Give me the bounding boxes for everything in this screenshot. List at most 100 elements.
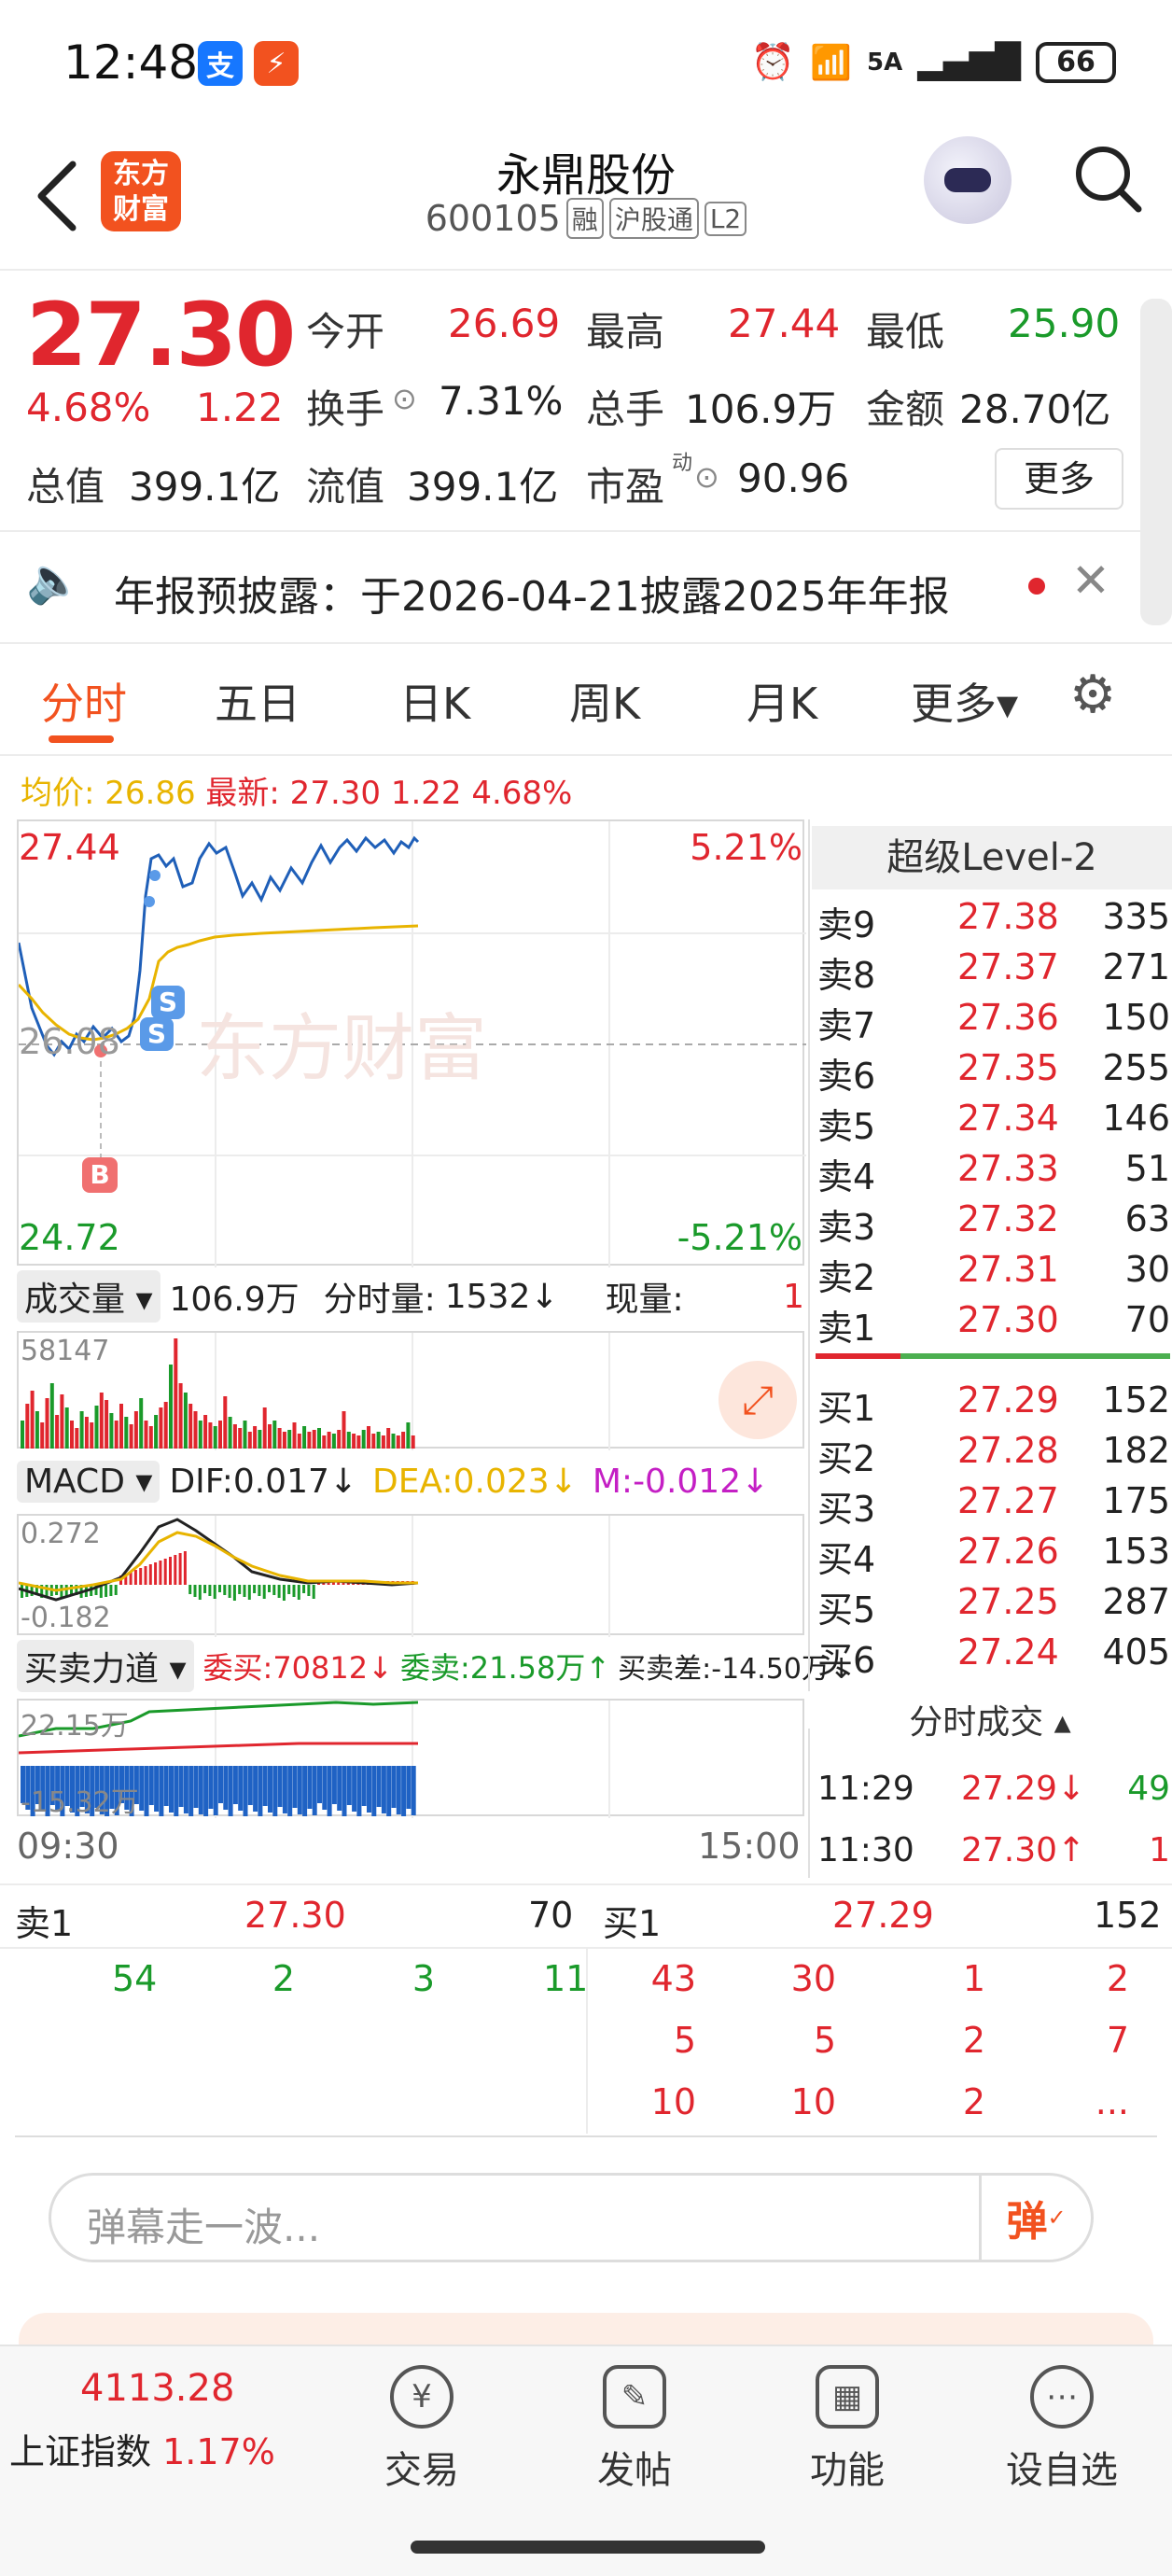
bid-price: 27.28 — [957, 1430, 1059, 1471]
avg-latest-line: 均价: 26.86 最新: 27.30 1.22 4.68% — [21, 767, 572, 813]
mktcap-label: 总值 — [26, 464, 105, 510]
price-axis-top: 27.44 — [19, 827, 120, 868]
macd-bar — [148, 1564, 152, 1585]
ask-price: 27.31 — [957, 1249, 1059, 1290]
nav-trade[interactable]: ¥ 交易 — [356, 2365, 487, 2494]
nav-functions-label: 功能 — [810, 2449, 885, 2492]
volume-bar — [124, 1417, 129, 1449]
tick-row[interactable]: 11:30 27.30↑ 1 — [816, 1831, 1170, 1882]
tick-price: 27.29↓ — [961, 1770, 1086, 1808]
ask-row[interactable]: 卖3 27.32 63 — [816, 1198, 1170, 1249]
l1-sell-label: 卖1 — [15, 1903, 74, 1944]
bid-row[interactable]: 买2 27.28 182 — [816, 1430, 1170, 1480]
tab-five-day[interactable]: 五日 — [215, 670, 300, 732]
force-bar — [238, 1766, 244, 1811]
force-buy: 委买:70812↓ — [202, 1650, 393, 1686]
bid-volume: 182 — [1102, 1430, 1170, 1471]
bid-volume: 405 — [1102, 1631, 1170, 1673]
volume-bar — [30, 1391, 35, 1449]
assistant-robot-icon[interactable] — [924, 136, 1012, 224]
home-indicator[interactable] — [411, 2541, 765, 2554]
ask-price: 27.33 — [957, 1148, 1059, 1189]
index-value[interactable]: 4113.28 — [80, 2367, 234, 2410]
force-sell: 委卖:21.58万↑ — [399, 1650, 611, 1686]
force-bar — [144, 1766, 149, 1816]
volume-bar — [327, 1432, 331, 1449]
ask-row[interactable]: 卖9 27.38 335 — [816, 896, 1170, 946]
settings-gear-icon[interactable]: ⚙ — [1069, 665, 1116, 725]
pct-axis-bottom: -5.21% — [677, 1217, 802, 1258]
bid-row[interactable]: 买5 27.25 287 — [816, 1581, 1170, 1631]
buy-queue-item: 5 — [673, 2020, 696, 2061]
ask-row[interactable]: 卖7 27.36 150 — [816, 997, 1170, 1047]
ask-row[interactable]: 卖1 27.30 70 — [816, 1299, 1170, 1350]
force-chart[interactable]: 22.15万 -15.32万 — [17, 1699, 804, 1819]
bid-price: 27.25 — [957, 1581, 1059, 1622]
danmu-input[interactable]: 弹幕走一波... 弹 ✓ — [49, 2173, 1094, 2262]
volume-bar — [60, 1394, 64, 1449]
ask-row[interactable]: 卖6 27.35 255 — [816, 1047, 1170, 1098]
volume-chart[interactable]: 58147 ⤢ — [17, 1331, 804, 1450]
macd-bar — [169, 1557, 172, 1585]
macd-chart[interactable]: 0.272 -0.182 — [17, 1514, 804, 1637]
bid-row[interactable]: 买6 27.24 405 — [816, 1631, 1170, 1682]
tab-more[interactable]: 更多▾ — [911, 670, 1018, 732]
macd-bar — [178, 1553, 182, 1585]
volume-bar — [159, 1407, 163, 1449]
buy-marker[interactable]: B — [82, 1157, 118, 1193]
divider — [0, 530, 1172, 532]
bid-row[interactable]: 买4 27.26 153 — [816, 1531, 1170, 1581]
bid-row[interactable]: 买3 27.27 175 — [816, 1480, 1170, 1531]
ask-row[interactable]: 卖5 27.34 146 — [816, 1098, 1170, 1148]
expand-icon[interactable]: ⤢ — [719, 1361, 797, 1439]
volume-bar — [406, 1422, 411, 1449]
macd-bar — [218, 1585, 221, 1592]
ask-price: 27.34 — [957, 1098, 1059, 1139]
volume-bar — [386, 1428, 391, 1449]
tab-daily-k[interactable]: 日K — [399, 670, 470, 732]
nav-add-watchlist-label: 设自选 — [1006, 2449, 1118, 2492]
float-label: 流值 — [306, 464, 385, 510]
open-label: 今开 — [306, 309, 385, 355]
intraday-price-chart[interactable]: 东方财富 S S B 27.44 5.21% 26.08 24.72 -5.21… — [17, 819, 806, 1267]
level2-title[interactable]: 超级Level-2 — [812, 826, 1172, 889]
sell-marker[interactable]: S — [151, 986, 185, 1019]
macd-dea: DEA:0.023↓ — [372, 1462, 578, 1501]
macd-bar — [203, 1585, 207, 1593]
tab-monthly-k[interactable]: 月K — [746, 670, 817, 732]
force-bar — [203, 1766, 209, 1816]
ask-row[interactable]: 卖4 27.33 51 — [816, 1148, 1170, 1198]
close-icon[interactable]: ✕ — [1071, 553, 1110, 608]
nav-add-watchlist[interactable]: ⋯ 设自选 — [997, 2365, 1127, 2494]
bid-label: 买2 — [817, 1438, 876, 1479]
index-ticker[interactable]: 上证指数 1.17% — [9, 2423, 275, 2474]
sell-marker[interactable]: S — [140, 1017, 174, 1051]
bid-row[interactable]: 买1 27.29 152 — [816, 1379, 1170, 1430]
pe-info-icon[interactable]: ⊙ — [694, 459, 719, 495]
info-icon[interactable]: ⊙ — [392, 381, 417, 416]
volume-selector[interactable]: 成交量 ▾ — [17, 1270, 160, 1323]
nav-post-label: 发帖 — [597, 2449, 672, 2492]
turnover-value: 7.31% — [439, 378, 564, 424]
search-icon[interactable] — [1071, 142, 1146, 217]
ticks-title[interactable]: 分时成交 ▴ — [808, 1695, 1172, 1743]
danmu-send-button[interactable]: 弹 ✓ — [979, 2176, 1091, 2260]
force-selector[interactable]: 买卖力道 ▾ — [17, 1640, 194, 1692]
danmu-placeholder: 弹幕走一波... — [87, 2205, 321, 2250]
more-button[interactable]: 更多 — [995, 448, 1123, 510]
ask-label: 卖2 — [817, 1257, 876, 1298]
nav-functions[interactable]: ▦ 功能 — [782, 2365, 913, 2494]
notice-bar[interactable]: 🔈 年报预披露：于2026-04-21披露2025年年报 ✕ — [0, 537, 1172, 639]
tick-row[interactable]: 11:29 27.29↓ 49 — [816, 1770, 1170, 1820]
macd-selector[interactable]: MACD ▾ — [17, 1460, 160, 1503]
tab-weekly-k[interactable]: 周K — [569, 670, 640, 732]
tab-intraday[interactable]: 分时 — [41, 670, 127, 732]
app-notification-icon: ⚡ — [254, 41, 299, 86]
force-bar — [268, 1766, 272, 1813]
tick-volume: 1 — [1149, 1831, 1170, 1869]
ask-row[interactable]: 卖8 27.37 271 — [816, 946, 1170, 997]
ask-row[interactable]: 卖2 27.31 30 — [816, 1249, 1170, 1299]
nav-post[interactable]: ✎ 发帖 — [569, 2365, 700, 2494]
volume-bar — [45, 1398, 49, 1449]
bid-volume: 287 — [1102, 1581, 1170, 1622]
